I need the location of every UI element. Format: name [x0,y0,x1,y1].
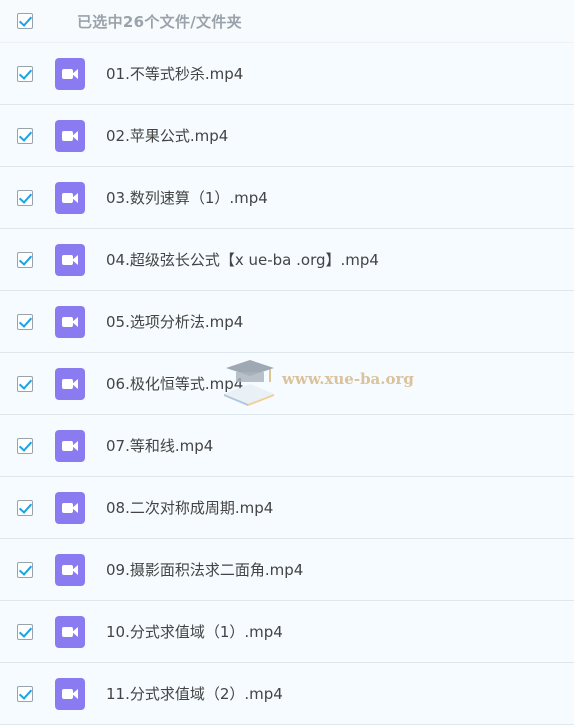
video-file-icon [55,181,85,214]
file-row[interactable]: 09.摄影面积法求二面角.mp4 [0,539,574,601]
video-file-icon [55,367,85,400]
file-checkbox[interactable] [17,127,33,144]
video-file-icon [55,615,85,648]
video-file-icon [55,677,85,710]
file-row[interactable]: 10.分式求值域（1）.mp4 [0,601,574,663]
file-row[interactable]: 08.二次对称成周期.mp4 [0,477,574,539]
file-checkbox[interactable] [17,189,33,206]
select-all-checkbox[interactable] [17,13,33,29]
video-file-icon [55,57,85,90]
file-name[interactable]: 10.分式求值域（1）.mp4 [106,621,283,642]
file-name[interactable]: 05.选项分析法.mp4 [106,311,243,332]
video-file-icon [55,305,85,338]
video-file-icon [55,119,85,152]
file-row[interactable]: 03.数列速算（1）.mp4 [0,167,574,229]
file-checkbox[interactable] [17,251,33,268]
file-name[interactable]: 11.分式求值域（2）.mp4 [106,683,283,704]
file-row[interactable]: 05.选项分析法.mp4 [0,291,574,353]
file-row[interactable]: 07.等和线.mp4 [0,415,574,477]
file-checkbox[interactable] [17,561,33,578]
file-row[interactable]: 02.苹果公式.mp4 [0,105,574,167]
file-name[interactable]: 07.等和线.mp4 [106,435,213,456]
file-checkbox[interactable] [17,437,33,454]
file-checkbox[interactable] [17,685,33,702]
file-row[interactable]: 01.不等式秒杀.mp4 [0,43,574,105]
file-checkbox[interactable] [17,623,33,640]
video-file-icon [55,553,85,586]
file-name[interactable]: 01.不等式秒杀.mp4 [106,63,243,84]
selection-header: 已选中26个文件/文件夹 [0,0,574,43]
file-checkbox[interactable] [17,313,33,330]
file-checkbox[interactable] [17,65,33,82]
video-file-icon [55,429,85,462]
file-row[interactable]: 11.分式求值域（2）.mp4 [0,663,574,725]
file-checkbox[interactable] [17,499,33,516]
file-checkbox[interactable] [17,375,33,392]
file-name[interactable]: 04.超级弦长公式【x ue-ba .org】.mp4 [106,249,379,270]
video-file-icon [55,243,85,276]
video-file-icon [55,491,85,524]
watermark-text: www.xue-ba.org [282,370,414,388]
file-name[interactable]: 09.摄影面积法求二面角.mp4 [106,559,303,580]
file-name[interactable]: 08.二次对称成周期.mp4 [106,497,273,518]
file-row[interactable]: 04.超级弦长公式【x ue-ba .org】.mp4 [0,229,574,291]
file-name[interactable]: 02.苹果公式.mp4 [106,125,228,146]
file-name[interactable]: 03.数列速算（1）.mp4 [106,187,268,208]
file-name[interactable]: 06.极化恒等式.mp4 [106,373,243,394]
selection-count-label: 已选中26个文件/文件夹 [77,12,242,31]
